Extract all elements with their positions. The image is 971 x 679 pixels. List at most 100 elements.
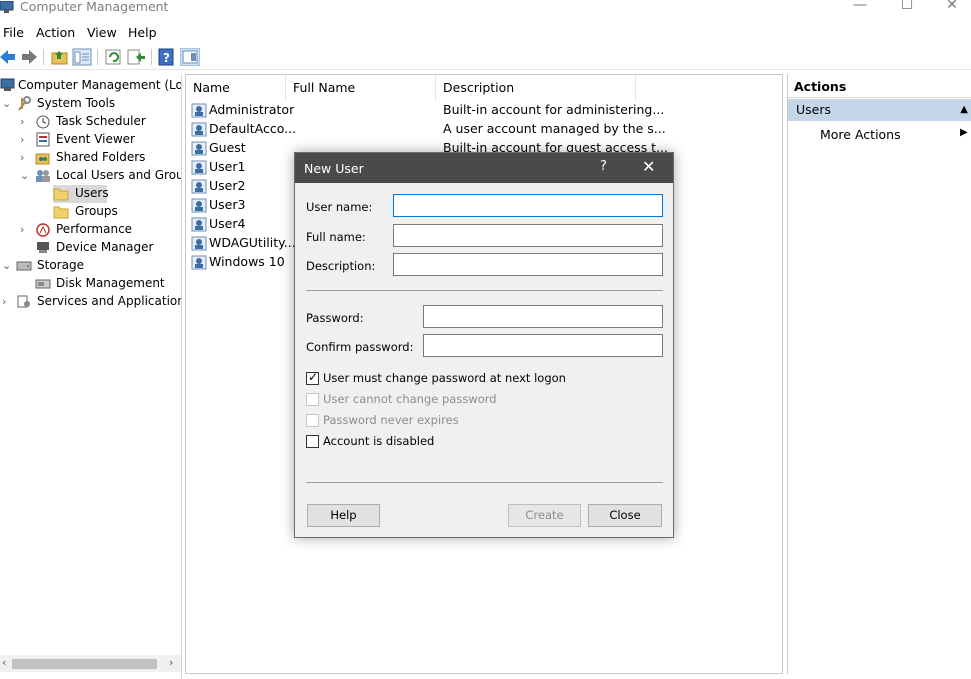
user-name-cell: Guest — [209, 140, 246, 155]
full-name-field[interactable] — [393, 224, 663, 247]
menu-file[interactable]: File — [3, 25, 24, 40]
actions-section-users[interactable]: Users ▲ — [788, 99, 971, 121]
user-name-cell: User3 — [209, 197, 246, 212]
scroll-left-icon[interactable]: ‹ — [2, 656, 6, 669]
dialog-help-button[interactable]: ? — [600, 159, 607, 174]
tree-label: Performance — [56, 222, 133, 236]
user-name-cell: Windows 10 — [209, 254, 285, 269]
user-name-field[interactable] — [393, 194, 663, 217]
tree-label: Disk Management — [56, 276, 165, 290]
dialog-close-icon[interactable]: ✕ — [642, 157, 655, 176]
computer-management-icon — [0, 1, 14, 13]
menu-action[interactable]: Action — [36, 25, 75, 40]
up-folder-icon[interactable] — [50, 48, 70, 66]
tree-label: Event Viewer — [56, 132, 135, 146]
user-icon — [191, 141, 207, 156]
checkbox-box[interactable] — [306, 435, 319, 448]
tree-label: Local Users and Groups — [56, 168, 181, 182]
menu-help[interactable]: Help — [128, 25, 157, 40]
column-header-name[interactable]: Name — [186, 75, 286, 101]
tree-label: System Tools — [37, 96, 116, 110]
help-button[interactable]: Help — [307, 504, 380, 527]
console-tree: Computer Management (Local ⌄ System Tool… — [0, 74, 182, 679]
column-header-description[interactable]: Description — [436, 75, 636, 101]
shared-folder-icon — [35, 153, 50, 165]
show-hide-tree-icon[interactable] — [72, 48, 92, 66]
chevron-down-icon[interactable]: ⌄ — [2, 97, 12, 110]
menu-bar: File Action View Help — [0, 22, 971, 42]
user-name-label: User name: — [306, 200, 373, 214]
minimize-button[interactable]: — — [838, 0, 882, 16]
checkbox-label: User must change password at next logon — [323, 371, 566, 385]
scrollbar-thumb[interactable] — [12, 659, 157, 669]
confirm-password-field[interactable] — [423, 334, 663, 357]
collapse-up-icon[interactable]: ▲ — [960, 99, 968, 121]
back-arrow-icon[interactable] — [0, 48, 18, 66]
refresh-icon[interactable] — [104, 48, 124, 66]
checkbox-label: User cannot change password — [323, 392, 497, 406]
description-label: Description: — [306, 259, 376, 273]
user-icon — [191, 198, 207, 213]
toolbar-separator — [97, 49, 98, 65]
table-row[interactable]: Administrator Built-in account for admini… — [186, 101, 782, 120]
user-icon — [191, 179, 207, 194]
full-name-label: Full name: — [306, 230, 366, 244]
tree-label: Groups — [75, 204, 118, 218]
user-name-cell: WDAGUtility... — [209, 235, 296, 250]
password-field[interactable] — [423, 305, 663, 328]
description-field[interactable] — [393, 253, 663, 276]
tree-item-users[interactable]: Users — [53, 185, 109, 203]
user-name-cell: User1 — [209, 159, 246, 174]
chevron-down-icon[interactable]: ⌄ — [2, 259, 12, 272]
user-icon — [191, 103, 207, 118]
user-name-cell: User2 — [209, 178, 246, 193]
submenu-arrow-icon[interactable]: ▶ — [960, 127, 968, 138]
chevron-right-icon[interactable]: › — [20, 151, 30, 164]
chevron-down-icon[interactable]: ⌄ — [20, 169, 30, 182]
actions-pane: Actions Users ▲ More Actions ▶ — [787, 74, 971, 674]
close-window-button[interactable]: ✕ — [930, 0, 971, 16]
checkbox-box[interactable] — [306, 393, 319, 406]
chevron-right-icon[interactable]: › — [20, 133, 30, 146]
close-button[interactable]: Close — [588, 504, 662, 527]
maximize-button[interactable]: ☐ — [885, 0, 929, 16]
chevron-right-icon[interactable]: › — [2, 295, 12, 308]
user-name-cell: Administrator — [209, 102, 295, 117]
table-row[interactable]: DefaultAcco... A user account managed by … — [186, 120, 782, 139]
user-name-cell: User4 — [209, 216, 246, 231]
create-button[interactable]: Create — [508, 504, 581, 527]
tree-label: Storage — [37, 258, 84, 272]
actions-section-label: Users — [796, 102, 832, 117]
tree-label: Services and Applications — [37, 294, 182, 308]
toolbar: ? — [0, 44, 971, 70]
computer-management-icon — [0, 78, 15, 91]
event-viewer-icon — [36, 132, 50, 147]
more-actions-item[interactable]: More Actions — [820, 127, 901, 142]
user-icon — [191, 160, 207, 175]
scroll-right-icon[interactable]: › — [169, 656, 173, 669]
user-icon — [191, 255, 207, 270]
dialog-title: New User — [304, 161, 364, 176]
export-list-icon[interactable] — [126, 48, 146, 66]
tree-horizontal-scrollbar[interactable]: ‹ › — [0, 655, 181, 672]
checkbox-box[interactable]: ✓ — [306, 370, 319, 385]
dialog-divider — [306, 482, 663, 483]
folder-icon — [53, 206, 69, 219]
menu-view[interactable]: View — [87, 25, 117, 40]
help-icon[interactable]: ? — [157, 48, 177, 66]
clock-icon — [36, 115, 50, 129]
user-name-cell: DefaultAcco... — [209, 121, 297, 136]
checkbox-label: Password never expires — [323, 413, 459, 427]
chevron-right-icon[interactable]: › — [20, 223, 30, 236]
forward-arrow-icon[interactable] — [19, 48, 39, 66]
user-icon — [191, 217, 207, 232]
chevron-right-icon[interactable]: › — [20, 115, 30, 128]
column-header-full-name[interactable]: Full Name — [286, 75, 436, 101]
tree-label: Task Scheduler — [56, 114, 146, 128]
dialog-title-bar: New User ? ✕ — [295, 153, 673, 183]
show-hide-action-pane-icon[interactable] — [180, 48, 200, 66]
checkbox-box[interactable] — [306, 414, 319, 427]
user-icon — [191, 122, 207, 137]
more-actions-label: More Actions — [820, 127, 901, 142]
disk-icon — [35, 279, 51, 289]
